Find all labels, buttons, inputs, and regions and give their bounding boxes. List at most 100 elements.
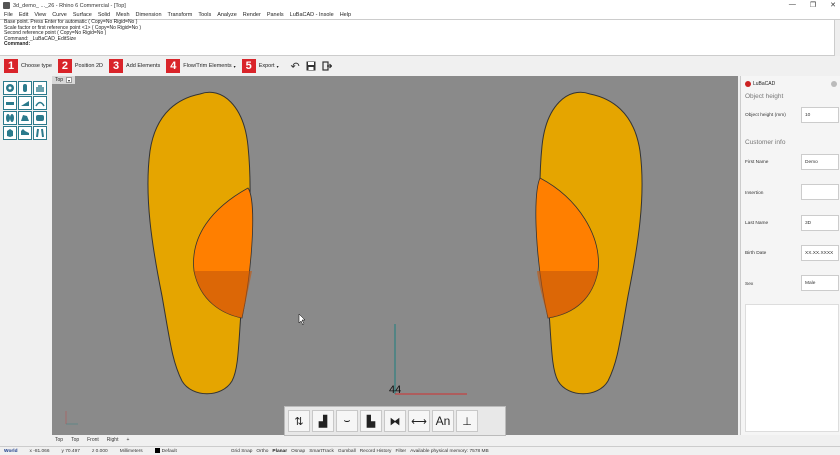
mirror-icon[interactable]: ⧓ [384, 410, 406, 432]
command-prompt[interactable]: Command: [0, 42, 840, 48]
minimize-button[interactable]: — [789, 1, 796, 9]
step-add-elements[interactable]: 3 Add Elements [109, 59, 160, 73]
annotation-icon[interactable]: An [432, 410, 454, 432]
foot-pair-icon[interactable] [3, 111, 17, 125]
insertion-field[interactable] [801, 184, 839, 200]
last-name-label: Last Name [745, 221, 769, 226]
status-bar: World x -81.066 y 70.497 z 0.000 Millime… [0, 446, 840, 455]
tab-front[interactable]: Front [87, 437, 99, 445]
menu-panels[interactable]: Panels [267, 12, 284, 18]
top-viewport[interactable]: Top ▾ 44 [52, 76, 738, 435]
sex-field[interactable]: Male [801, 275, 839, 291]
birth-date-field[interactable]: XX.XX.XXXX [801, 245, 839, 261]
dimension-text: 44 [389, 384, 402, 396]
viewport-menu-icon[interactable]: ▾ [66, 77, 73, 83]
step-export[interactable]: 5 Export ▾ [241, 59, 279, 73]
status-osnap[interactable]: Osnap [291, 449, 305, 454]
status-layer[interactable]: Default [154, 448, 189, 454]
viewport-label[interactable]: Top ▾ [52, 76, 76, 84]
foot-side-icon[interactable] [18, 111, 32, 125]
first-name-field[interactable]: Demo [801, 154, 839, 170]
foot-shape-icon[interactable]: ▟ [312, 410, 334, 432]
tab-right[interactable]: Right [107, 437, 119, 445]
status-grid-snap[interactable]: Grid Snap [231, 449, 253, 454]
menu-edit[interactable]: Edit [19, 12, 28, 18]
panel-options-icon[interactable] [831, 81, 837, 87]
shoe-3d-icon[interactable]: ▙ [360, 410, 382, 432]
toe-bar-icon[interactable] [3, 96, 17, 110]
sphere-tool-icon[interactable] [3, 81, 17, 95]
hand-icon[interactable] [33, 81, 47, 95]
curve-offset-icon[interactable]: ⌣ [336, 410, 358, 432]
object-height-field[interactable]: 10 [801, 107, 839, 123]
step-number: 5 [241, 59, 256, 73]
status-x: x -81.066 [29, 448, 50, 454]
add-tab-button[interactable]: + [126, 437, 129, 445]
tab-top[interactable]: Top [55, 437, 63, 445]
insoles-drawing [65, 91, 643, 425]
foot-outline-icon[interactable] [18, 81, 32, 95]
step-number: 3 [109, 59, 124, 73]
status-record-history[interactable]: Record History [360, 449, 392, 454]
status-smarttrack[interactable]: SmartTrack [309, 449, 334, 454]
window-title: 3d_demo_ ..._26 - Rhino 6 Commercial - [… [13, 2, 126, 9]
status-filter[interactable]: Filter [395, 449, 406, 454]
last-name-field[interactable]: 3D [801, 215, 839, 231]
sex-label: Sex [745, 282, 754, 287]
menu-analyze[interactable]: Analyze [217, 12, 237, 18]
rhino-app-icon [3, 2, 10, 9]
lubacad-panel: LuBaCAD Object height Object height (mm)… [740, 76, 840, 435]
menu-solid[interactable]: Solid [98, 12, 110, 18]
box-icon[interactable] [3, 126, 17, 140]
status-units[interactable]: Millimeters [120, 449, 143, 454]
menu-transform[interactable]: Transform [168, 12, 193, 18]
step-label: Choose type [21, 63, 52, 69]
command-scrollbar[interactable] [834, 20, 840, 56]
step-flow-trim-elements[interactable]: 4 Flow/Trim Elements ▾ [166, 59, 236, 73]
footprint-icon[interactable] [33, 111, 47, 125]
bottom-tool-strip: ⇅ ▟ ⌣ ▙ ⧓ ⟷ An ⊥ [284, 406, 506, 436]
object-height-label: Object height (mm) [745, 113, 786, 118]
mouse-cursor-icon [298, 313, 306, 326]
menu-surface[interactable]: Surface [73, 12, 92, 18]
menu-tools[interactable]: Tools [198, 12, 211, 18]
step-choose-type[interactable]: 1 Choose type [4, 59, 52, 73]
menu-view[interactable]: View [34, 12, 46, 18]
status-gumball[interactable]: Gumball [338, 449, 356, 454]
view-tabs: Top Top Front Right + [52, 437, 129, 445]
step-label: Flow/Trim Elements [183, 63, 232, 69]
exit-icon[interactable] [322, 61, 333, 72]
restore-button[interactable]: ❐ [810, 1, 816, 9]
menu-curve[interactable]: Curve [52, 12, 67, 18]
pin-3d-icon[interactable]: ⊥ [456, 410, 478, 432]
insertion-label: Insertion [745, 191, 764, 196]
status-planar[interactable]: Planar [272, 449, 287, 454]
menu-render[interactable]: Render [243, 12, 261, 18]
heel-wedge-icon[interactable] [18, 96, 32, 110]
status-z: z 0.000 [91, 448, 108, 454]
menu-dimension[interactable]: Dimension [136, 12, 162, 18]
menu-file[interactable]: File [4, 12, 13, 18]
status-memory: Available physical memory: 7578 MB [410, 448, 489, 454]
status-cplane[interactable]: World [4, 449, 18, 454]
status-y: y 70.497 [61, 448, 80, 454]
dropdown-caret-icon: ▾ [233, 63, 236, 69]
undo-icon[interactable]: ↶ [290, 61, 301, 73]
menu-mesh[interactable]: Mesh [116, 12, 129, 18]
step-number: 2 [57, 59, 72, 73]
menu-help[interactable]: Help [340, 12, 351, 18]
birth-date-label: Birth Date [745, 251, 767, 256]
panel-header: LuBaCAD [745, 81, 775, 87]
menu-lubacad-insole[interactable]: LuBaCAD - Insole [290, 12, 334, 18]
arch-icon[interactable] [33, 96, 47, 110]
save-icon[interactable] [306, 61, 317, 72]
step-position-2d[interactable]: 2 Position 2D [57, 59, 103, 73]
feet-icon[interactable] [33, 126, 47, 140]
tab-top-2[interactable]: Top [71, 437, 79, 445]
status-ortho[interactable]: Ortho [256, 449, 268, 454]
close-button[interactable]: ✕ [830, 1, 836, 9]
feet-align-icon[interactable]: ⇅ [288, 410, 310, 432]
notes-area[interactable] [745, 304, 839, 432]
measure-icon[interactable]: ⟷ [408, 410, 430, 432]
shoe-icon[interactable] [18, 126, 32, 140]
